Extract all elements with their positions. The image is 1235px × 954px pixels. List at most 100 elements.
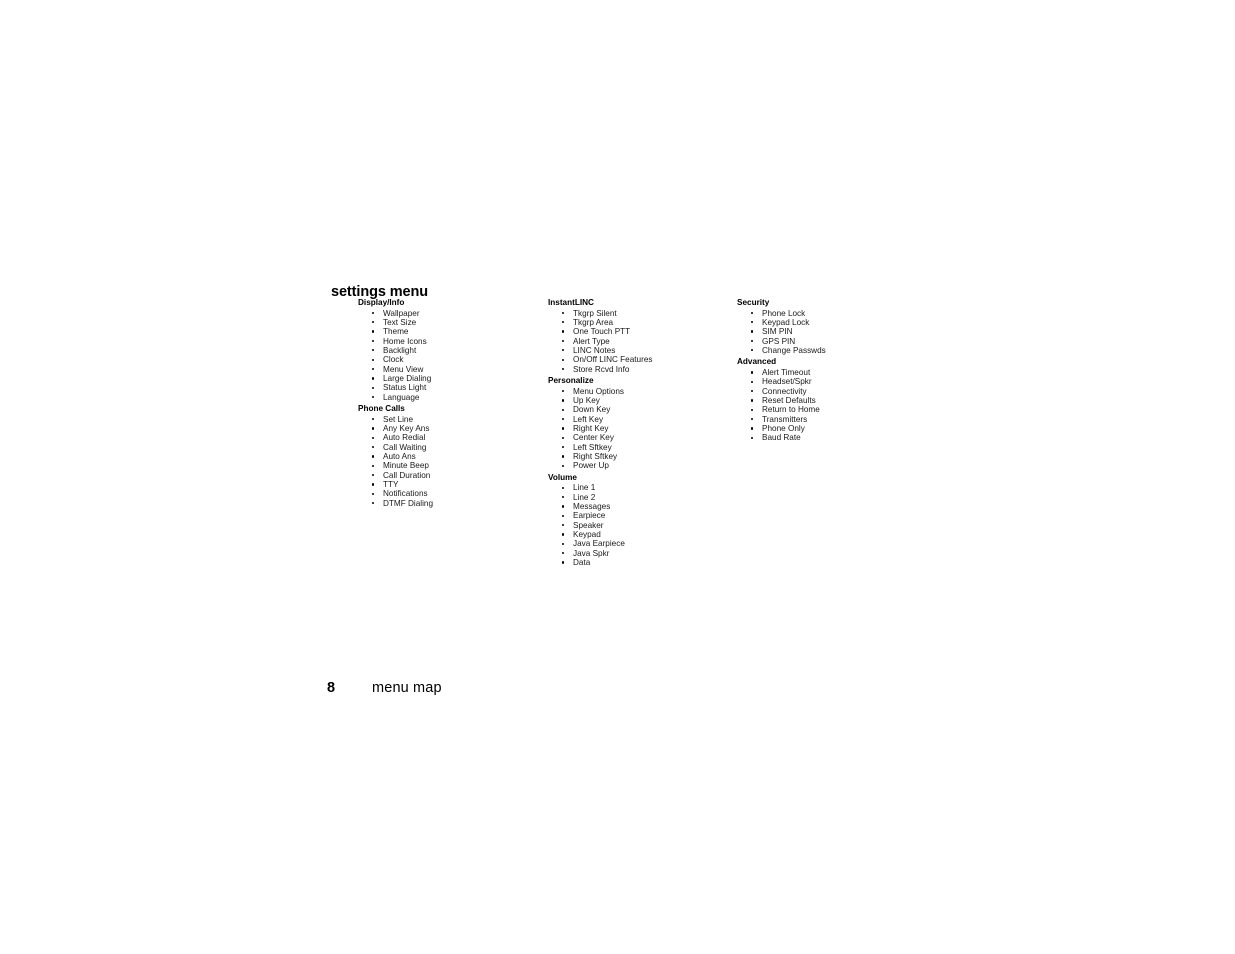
menu-group: Advanced Alert Timeout Headset/Spkr Connect… — [737, 357, 922, 442]
bullet-icon — [372, 311, 375, 315]
menu-list-item: Messages — [548, 502, 733, 511]
bullet-icon — [372, 445, 375, 449]
menu-item-label: Reset Defaults — [762, 395, 816, 405]
menu-item-label: Speaker — [573, 520, 604, 530]
bullet-icon — [372, 386, 375, 389]
menu-list-item: Any Key Ans — [358, 424, 538, 433]
menu-item-label: Headset/Spkr — [762, 377, 812, 387]
menu-item-label: Home Icons — [383, 336, 427, 346]
menu-group-title: Display/Info — [358, 298, 405, 307]
menu-item-label: Right Key — [573, 423, 609, 433]
bullet-icon — [562, 417, 565, 421]
bullet-icon — [562, 321, 565, 324]
menu-item-label: TTY — [383, 480, 399, 490]
menu-list-item: Auto Ans — [358, 452, 538, 461]
bullet-icon — [751, 330, 754, 333]
menu-group: InstantLINC Tkgrp Silent Tkgrp Area One Tou… — [548, 298, 733, 374]
menu-group-title: Advanced — [737, 357, 777, 367]
menu-list-item: Up Key — [548, 396, 733, 405]
menu-list-item: Keypad Lock — [737, 318, 922, 327]
menu-item-label: Messages — [573, 502, 611, 512]
bullet-icon — [562, 533, 565, 536]
menu-item-label: Minute Beep — [383, 461, 429, 471]
menu-item-label: Tkgrp Silent — [573, 308, 617, 318]
menu-item-label: Baud Rate — [762, 433, 801, 443]
bullet-icon — [372, 321, 375, 324]
menu-list-item: Minute Beep — [358, 461, 538, 470]
menu-item-label: Phone Lock — [762, 308, 806, 318]
footer-section-label: menu map — [372, 680, 442, 696]
bullet-icon — [372, 502, 375, 505]
menu-item-label: One Touch PTT — [573, 327, 631, 337]
menu-list-item: Right Key — [548, 424, 733, 433]
menu-item-label: Java Spkr — [573, 548, 610, 558]
menu-item-label: Change Passwds — [762, 345, 826, 355]
bullet-icon — [562, 349, 565, 352]
bullet-icon — [562, 427, 565, 430]
menu-list-item: Baud Rate — [737, 433, 922, 442]
menu-list-item: Store Rcvd Info — [548, 365, 733, 374]
menu-column-3: Security Phone Lock Keypad Lock SIM PIN GPS … — [737, 298, 922, 443]
menu-group: Personalize Menu Options Up Key Down Key Lef… — [548, 376, 733, 471]
bullet-icon — [751, 427, 754, 430]
menu-item-label: Data — [573, 558, 591, 568]
menu-item-label: Backlight — [383, 345, 417, 355]
bullet-icon — [372, 349, 375, 352]
menu-list-item: One Touch PTT — [548, 327, 733, 336]
menu-item-label: Connectivity — [762, 386, 807, 396]
menu-list-item: Home Icons — [358, 337, 538, 346]
menu-group: Security Phone Lock Keypad Lock SIM PIN GPS … — [737, 298, 922, 355]
menu-list-item: Transmitters — [737, 415, 922, 424]
menu-list-item: Auto Redial — [358, 433, 538, 442]
menu-item-label: Left Key — [573, 414, 604, 424]
menu-item-label: Keypad Lock — [762, 317, 810, 327]
menu-item-label: Call Waiting — [383, 442, 427, 452]
menu-item-list: Wallpaper Text Size Theme Home Icons Backlig… — [358, 309, 538, 402]
menu-item-label: Up Key — [573, 395, 600, 405]
menu-list-item: Wallpaper — [358, 309, 538, 318]
menu-item-label: LINC Notes — [573, 345, 616, 355]
menu-group-title: Phone Calls — [358, 404, 405, 414]
menu-list-item: Java Spkr — [548, 549, 733, 558]
menu-item-label: Auto Redial — [383, 433, 426, 443]
bullet-icon — [751, 339, 754, 343]
menu-item-label: SIM PIN — [762, 327, 793, 337]
menu-item-label: Earpiece — [573, 511, 606, 521]
menu-item-label: Menu View — [383, 364, 424, 374]
menu-item-label: Language — [383, 392, 420, 402]
menu-item-label: On/Off LINC Features — [573, 355, 653, 365]
menu-item-list: Set Line Any Key Ans Auto Redial Call Waiti… — [358, 415, 538, 508]
menu-item-label: Alert Type — [573, 336, 610, 346]
menu-item-label: Power Up — [573, 461, 609, 471]
menu-list-item: Clock — [358, 355, 538, 364]
menu-item-label: Status Light — [383, 383, 427, 393]
bullet-icon — [562, 552, 565, 555]
menu-list-item: Language — [358, 393, 538, 402]
menu-list-item: Earpiece — [548, 511, 733, 520]
menu-item-label: Phone Only — [762, 423, 805, 433]
bullet-icon — [562, 436, 565, 439]
bullet-icon — [751, 436, 754, 439]
bullet-icon — [562, 496, 565, 499]
bullet-icon — [562, 330, 565, 333]
bullet-icon — [562, 339, 565, 343]
menu-group-title: Security — [737, 298, 770, 307]
menu-list-item: Backlight — [358, 346, 538, 355]
bullet-icon — [562, 505, 565, 508]
menu-list-item: Tkgrp Area — [548, 318, 733, 327]
menu-item-label: Large Dialing — [383, 373, 432, 383]
manual-page: settings menu Display/Info Wallpaper Text … — [0, 0, 1235, 954]
bullet-icon — [562, 358, 565, 361]
bullet-icon — [562, 408, 565, 411]
menu-list-item: Call Waiting — [358, 443, 538, 452]
bullet-icon — [562, 367, 565, 371]
menu-item-label: Wallpaper — [383, 308, 420, 318]
menu-item-label: Notifications — [383, 489, 428, 499]
bullet-icon — [562, 486, 565, 489]
menu-list-item: Java Earpiece — [548, 539, 733, 548]
menu-item-label: Return to Home — [762, 405, 820, 415]
menu-item-label: Call Duration — [383, 470, 431, 480]
menu-group-title: Personalize — [548, 376, 594, 386]
menu-group-title: Volume — [548, 472, 577, 482]
menu-list-item: Reset Defaults — [737, 396, 922, 405]
